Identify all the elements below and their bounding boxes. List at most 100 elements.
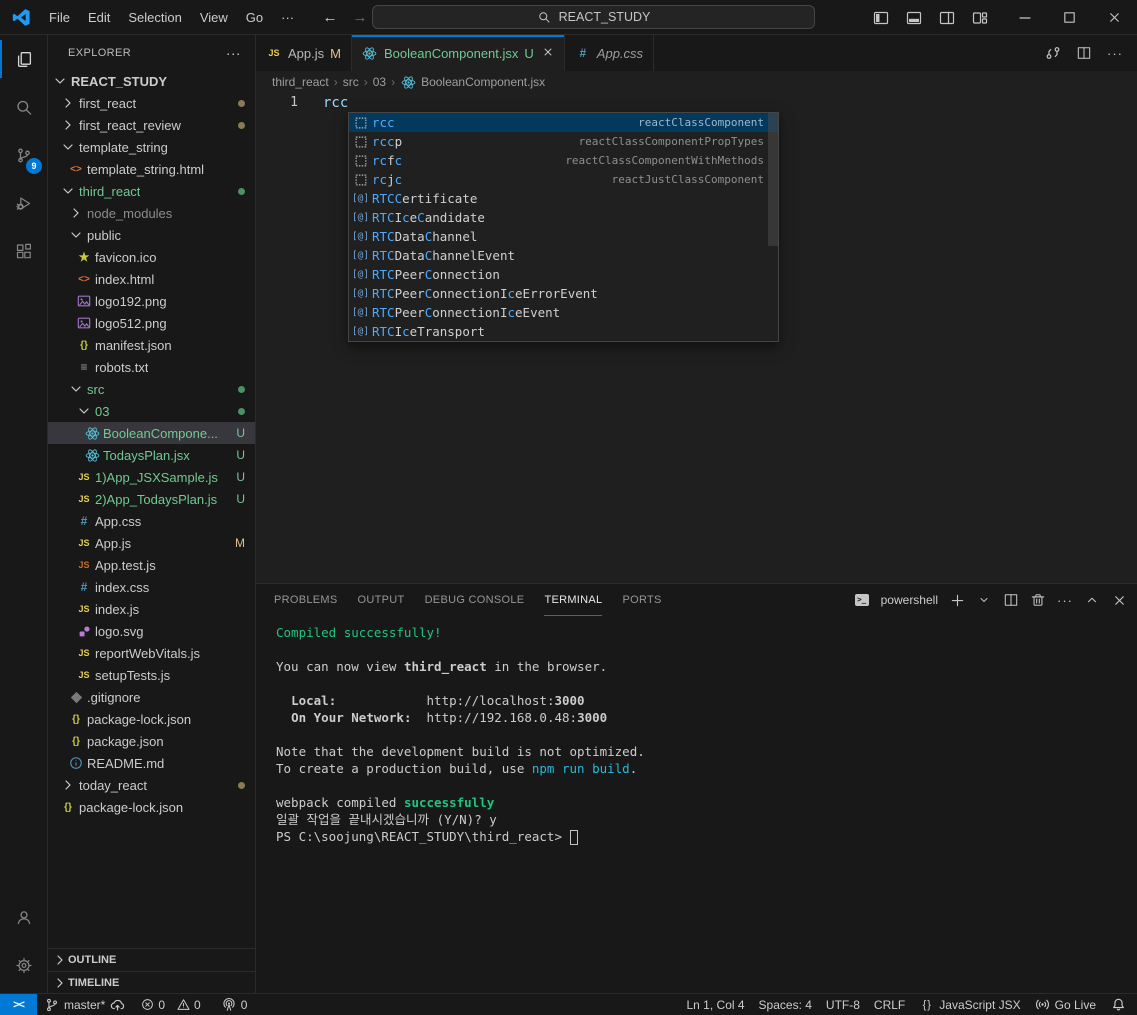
suggest-scrollbar[interactable] [768, 113, 778, 246]
close-icon[interactable] [1111, 592, 1127, 608]
command-center-search[interactable]: REACT_STUDY [372, 5, 815, 29]
tree-item[interactable]: .gitignore [48, 686, 255, 708]
suggestion-item[interactable]: [@] RTCPeerConnection [349, 265, 778, 284]
window-close-button[interactable] [1092, 0, 1137, 35]
layout-panel-icon[interactable] [906, 10, 922, 26]
activity-settings[interactable] [0, 941, 47, 989]
suggestion-item[interactable]: rcc reactClassComponent [349, 113, 778, 132]
tree-item[interactable]: 03 [48, 400, 255, 422]
suggestion-item[interactable]: [@] RTCDataChannel [349, 227, 778, 246]
tree-item[interactable]: first_react_review [48, 114, 255, 136]
back-arrow-icon[interactable]: ← [322, 9, 338, 26]
menu-selection[interactable]: Selection [119, 8, 190, 27]
tree-item[interactable]: src [48, 378, 255, 400]
tree-item[interactable]: template_string [48, 136, 255, 158]
tree-item[interactable]: node_modules [48, 202, 255, 224]
layout-customize-icon[interactable] [972, 10, 988, 26]
breadcrumb-item[interactable]: 03 [373, 75, 386, 89]
tree-item[interactable]: logo192.png [48, 290, 255, 312]
tree-item[interactable]: logo.svg [48, 620, 255, 642]
compare-icon[interactable] [1045, 45, 1061, 61]
tree-item[interactable]: # index.css [48, 576, 255, 598]
tab-BooleanComponent.jsx[interactable]: BooleanComponent.jsx U [351, 35, 565, 71]
status-notifications[interactable] [1103, 994, 1133, 1015]
split-icon[interactable] [1076, 45, 1092, 61]
plus-icon[interactable] [949, 592, 965, 608]
tree-item[interactable]: first_react [48, 92, 255, 114]
window-maximize-button[interactable] [1047, 0, 1092, 35]
menu-view[interactable]: View [191, 8, 237, 27]
sidebar-more-actions[interactable]: ··· [226, 45, 241, 61]
status-go-live[interactable]: Go Live [1028, 994, 1103, 1015]
tree-item[interactable]: public [48, 224, 255, 246]
tree-item[interactable]: BooleanCompone... U [48, 422, 255, 444]
tree-root[interactable]: REACT_STUDY [48, 70, 255, 92]
tree-item[interactable]: ★ favicon.ico [48, 246, 255, 268]
tab-App.js[interactable]: JS App.js M [256, 35, 352, 71]
sidebar-section-timeline[interactable]: TIMELINE [48, 971, 255, 993]
breadcrumb[interactable]: third_react › src › 03 › BooleanComponent.jsx [256, 71, 1137, 93]
menu-edit[interactable]: Edit [79, 8, 119, 27]
status-encoding[interactable]: UTF-8 [819, 994, 867, 1015]
panel-tab-terminal[interactable]: TERMINAL [544, 584, 603, 616]
activity-search[interactable] [0, 83, 47, 131]
tree-item[interactable]: JS App.test.js [48, 554, 255, 576]
suggestion-item[interactable]: rccp reactClassComponentPropTypes [349, 132, 778, 151]
tree-item[interactable]: {} package-lock.json [48, 708, 255, 730]
tree-item[interactable]: JS index.js [48, 598, 255, 620]
tree-item[interactable]: <> template_string.html [48, 158, 255, 180]
status-eol[interactable]: CRLF [867, 994, 912, 1015]
trash-icon[interactable] [1030, 592, 1046, 608]
terminal-shell-label[interactable]: powershell [881, 593, 938, 607]
tree-item[interactable]: README.md [48, 752, 255, 774]
editor-pane[interactable]: 1 rcc rcc reactClassComponent rccp reactClas… [256, 93, 1137, 583]
status-remote-indicator[interactable]: >< [0, 994, 37, 1015]
activity-run-debug[interactable] [0, 179, 47, 227]
chevron-up-icon[interactable] [1084, 592, 1100, 608]
status-indentation[interactable]: Spaces: 4 [752, 994, 819, 1015]
panel-tab-problems[interactable]: PROBLEMS [274, 584, 338, 616]
status-cursor-position[interactable]: Ln 1, Col 4 [680, 994, 752, 1015]
panel-tab-debug-console[interactable]: DEBUG CONSOLE [425, 584, 525, 616]
tree-item[interactable]: JS setupTests.js [48, 664, 255, 686]
tree-item[interactable]: today_react [48, 774, 255, 796]
suggestion-item[interactable]: [@] RTCIceTransport [349, 322, 778, 341]
tree-item[interactable]: TodaysPlan.jsx U [48, 444, 255, 466]
ellipsis-icon[interactable]: ··· [1107, 45, 1123, 61]
terminal-output[interactable]: Compiled successfully! You can now view … [256, 616, 1137, 993]
tree-item[interactable]: JS App.js M [48, 532, 255, 554]
forward-arrow-icon[interactable]: → [352, 9, 368, 26]
status-problems[interactable]: 00 [132, 994, 213, 1015]
tree-item[interactable]: third_react [48, 180, 255, 202]
suggestion-item[interactable]: rcjc reactJustClassComponent [349, 170, 778, 189]
tab-close-icon[interactable] [542, 46, 554, 61]
activity-extensions[interactable] [0, 227, 47, 275]
tree-item[interactable]: {} package.json [48, 730, 255, 752]
suggestion-item[interactable]: [@] RTCCertificate [349, 189, 778, 208]
menu-more[interactable]: ··· [272, 8, 303, 27]
breadcrumb-item[interactable]: src [343, 75, 359, 89]
activity-explorer[interactable] [0, 35, 47, 83]
split-icon[interactable] [1003, 592, 1019, 608]
breadcrumb-file[interactable]: BooleanComponent.jsx [421, 75, 545, 89]
window-minimize-button[interactable] [1002, 0, 1047, 35]
tree-item[interactable]: {} package-lock.json [48, 796, 255, 818]
status-language-mode[interactable]: {} JavaScript JSX [912, 994, 1027, 1015]
chevron-down-small-icon[interactable] [976, 592, 992, 608]
tree-item[interactable]: JS reportWebVitals.js [48, 642, 255, 664]
tree-item[interactable]: JS 1)App_JSXSample.js U [48, 466, 255, 488]
layout-sidebar-right-icon[interactable] [939, 10, 955, 26]
suggestion-item[interactable]: [@] RTCIceCandidate [349, 208, 778, 227]
suggestion-item[interactable]: rcfc reactClassComponentWithMethods [349, 151, 778, 170]
tree-item[interactable]: {} manifest.json [48, 334, 255, 356]
sidebar-section-outline[interactable]: OUTLINE [48, 949, 255, 971]
menu-go[interactable]: Go [237, 8, 272, 27]
tree-item[interactable]: <> index.html [48, 268, 255, 290]
tree-item[interactable]: # App.css [48, 510, 255, 532]
suggestion-item[interactable]: [@] RTCPeerConnectionIceEvent [349, 303, 778, 322]
status-git-branch[interactable]: master* [37, 994, 132, 1015]
menu-file[interactable]: File [40, 8, 79, 27]
suggestion-item[interactable]: [@] RTCPeerConnectionIceErrorEvent [349, 284, 778, 303]
tree-item[interactable]: ≡ robots.txt [48, 356, 255, 378]
breadcrumb-item[interactable]: third_react [272, 75, 329, 89]
